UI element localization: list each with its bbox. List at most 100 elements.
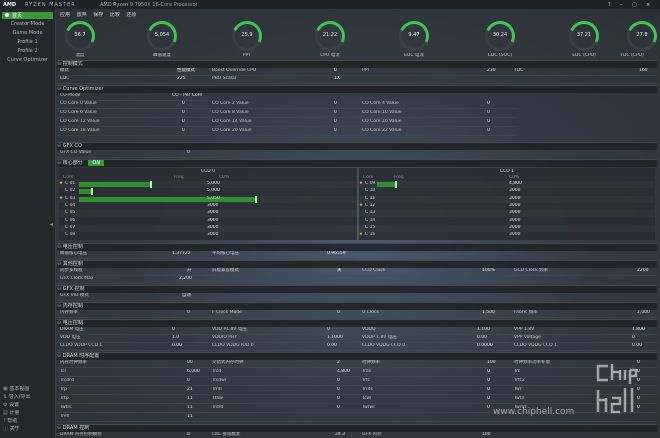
field-value[interactable]: 1.100	[477, 327, 490, 332]
core-frequency[interactable]: 5,000	[207, 181, 220, 186]
discard-button[interactable]: 放弃	[77, 12, 87, 18]
section-additional[interactable]: ⊖ 其他控制	[57, 260, 657, 268]
sidebar-item-profile-1[interactable]: Profile 1	[2, 39, 53, 46]
core-row[interactable]: ★ C 12 3000	[359, 203, 655, 210]
core-frequency[interactable]: 3000	[207, 232, 218, 237]
co-value[interactable]: 0	[487, 110, 490, 115]
co-value[interactable]: 0	[487, 128, 490, 133]
core-row[interactable]: C 15 3000	[359, 225, 655, 232]
field-value[interactable]: 100%	[482, 268, 495, 273]
co-value[interactable]: 0	[182, 110, 185, 115]
co-value[interactable]: 0	[182, 119, 185, 124]
sidebar-item-home[interactable]: 首页	[2, 12, 53, 19]
timing-value[interactable]: 21	[187, 387, 193, 392]
timing-value[interactable]: 2	[337, 360, 340, 365]
co-mode-select[interactable]: CO - Per Core	[172, 93, 202, 98]
field-value[interactable]: 160	[639, 68, 648, 73]
section-gfx-co[interactable]: ⊖ GFX CO	[57, 142, 657, 150]
field-value[interactable]: 1X	[334, 76, 340, 81]
core-frequency[interactable]: 4,800	[509, 181, 522, 186]
field-value[interactable]: 0.00	[327, 343, 337, 348]
co-value[interactable]: 0	[487, 119, 490, 124]
core-row[interactable]: ★ C 01 5,000	[59, 181, 357, 188]
section-control-mode[interactable]: ⊖ 控制模式	[57, 60, 657, 68]
sidebar-about[interactable]: ⓘ 关于	[3, 426, 53, 433]
maximize-button[interactable]: ▢	[632, 2, 637, 8]
core-row[interactable]: C 07 3000	[59, 225, 357, 232]
timing-value[interactable]: 0	[487, 405, 490, 410]
timing-value[interactable]: 00	[187, 360, 193, 365]
field-value[interactable]: 2,200	[179, 276, 192, 281]
field-value[interactable]: 0	[187, 310, 190, 315]
field-value[interactable]: 100	[482, 432, 491, 437]
sidebar-basic-view[interactable]: ▣ 基本视图	[3, 386, 53, 393]
timing-value[interactable]: 0	[337, 405, 340, 410]
timing-value[interactable]: 4,800	[337, 369, 350, 374]
timing-value[interactable]: 11	[187, 396, 193, 401]
core-frequency[interactable]: 3000	[509, 196, 520, 201]
core-row[interactable]: C 14 3000	[359, 218, 655, 225]
field-value[interactable]: 2,000	[637, 310, 650, 315]
core-row[interactable]: C 13 3000	[359, 210, 655, 217]
help-button[interactable]: ?	[608, 2, 611, 8]
sidebar-item-profile-2[interactable]: Profile 2	[2, 48, 53, 55]
sidebar-metrics[interactable]: ▤ 计量	[3, 410, 53, 417]
core-row[interactable]: C 10 3000	[359, 188, 655, 195]
timing-value[interactable]: 0	[487, 369, 490, 374]
field-value[interactable]: 1.1000	[327, 335, 343, 340]
sidebar-item-game-mode[interactable]: Game Mode	[2, 30, 53, 37]
section-voltage-2[interactable]: ⊖ 电压控制	[57, 319, 657, 327]
field-value[interactable]: 0	[337, 310, 340, 315]
co-value[interactable]: 0	[334, 101, 337, 106]
core-frequency[interactable]: 5,000	[207, 188, 220, 193]
co-value[interactable]: 0	[334, 128, 337, 133]
section-cores[interactable]: ⊖ 核心部分 ON	[57, 159, 657, 167]
core-frequency[interactable]: 3000	[207, 203, 218, 208]
timing-value[interactable]: 0	[487, 387, 490, 392]
sidebar-help[interactable]: ? 帮助	[3, 418, 53, 425]
core-frequency[interactable]: 3000	[509, 210, 520, 215]
core-row[interactable]: C 05 3000	[59, 210, 357, 217]
core-frequency[interactable]: 3000	[509, 218, 520, 223]
section-voltage[interactable]: ⊖ 电压控制	[57, 243, 657, 251]
core-row[interactable]: ★ C 09 4,800	[359, 181, 655, 188]
core-frequency[interactable]: 3000	[207, 218, 218, 223]
section-dram-timing[interactable]: ⊖ DRAM 时序配置	[57, 352, 657, 360]
timing-value[interactable]: 11	[187, 405, 193, 410]
field-value[interactable]: 0	[187, 150, 190, 155]
compare-button[interactable]: 比较	[110, 12, 120, 18]
field-value[interactable]: 0.00	[477, 335, 487, 340]
core-row[interactable]: C 11 3000	[359, 196, 655, 203]
minimize-button[interactable]: –	[620, 2, 623, 8]
core-frequency[interactable]: 3000	[509, 225, 520, 230]
section-gfx[interactable]: ⊖ GFX 控制	[57, 285, 657, 293]
timing-value[interactable]: 6,000	[187, 369, 200, 374]
field-value[interactable]: 0	[327, 327, 330, 332]
field-value[interactable]: 0	[334, 68, 337, 73]
field-value[interactable]: 230	[487, 68, 496, 73]
field-value[interactable]: 0	[172, 327, 175, 332]
core-frequency[interactable]: 3000	[509, 188, 520, 193]
legacy-mode-toggle[interactable]: 关	[337, 268, 342, 273]
co-value[interactable]: 0	[182, 128, 185, 133]
sidebar-settings[interactable]: ⚙ 设置	[3, 402, 53, 409]
timing-value[interactable]: 11	[187, 414, 193, 419]
timing-value[interactable]: 0	[487, 378, 490, 383]
field-value[interactable]: 0.0000	[477, 343, 493, 348]
section-curve-optimizer[interactable]: ⊖ Curve Optimizer	[57, 85, 657, 93]
cores-toggle[interactable]: ON	[88, 160, 105, 166]
co-value[interactable]: 0	[334, 110, 337, 115]
section-dram-control[interactable]: ⊖ DRAM 控制	[57, 424, 657, 432]
field-value[interactable]: 自动	[182, 293, 191, 298]
field-value[interactable]: 性能模式	[177, 68, 195, 73]
close-button[interactable]: ×	[646, 2, 650, 8]
core-frequency[interactable]: 3000	[207, 225, 218, 230]
field-value[interactable]: 0	[187, 432, 190, 437]
sidebar-item-curve-optimizer[interactable]: Curve Optimizer	[2, 57, 53, 64]
save-button[interactable]: 保存	[93, 12, 103, 18]
core-frequency[interactable]: 3000	[207, 210, 218, 215]
co-value[interactable]: 0	[487, 101, 490, 106]
core-row[interactable]: C 02 5,000	[59, 188, 357, 196]
sidebar-import-export[interactable]: ⇅ 导入/导出	[3, 394, 53, 401]
core-row[interactable]: ★ C 16 3000	[359, 232, 655, 239]
